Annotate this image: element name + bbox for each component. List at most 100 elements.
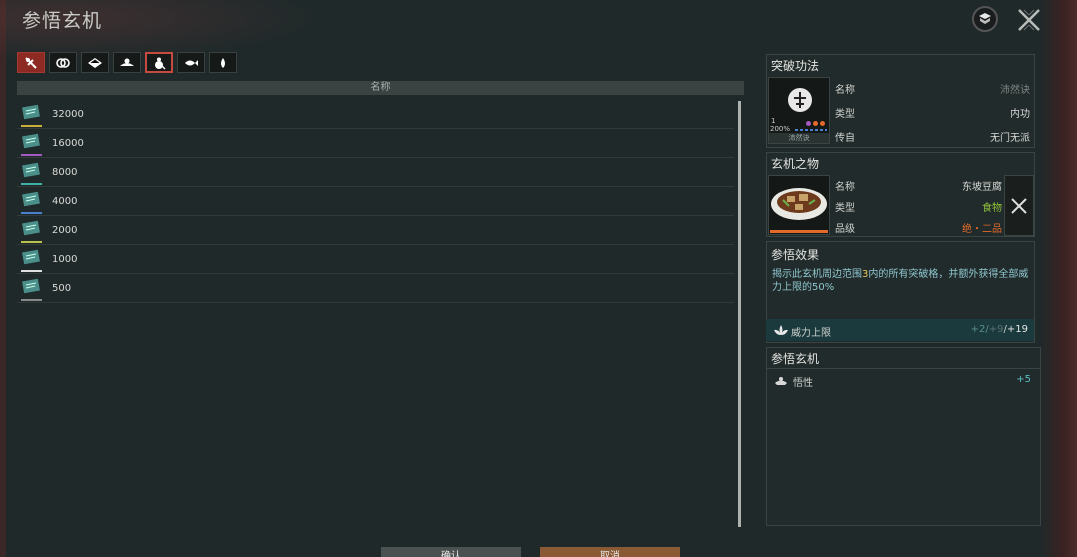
- help-book-icon: [979, 13, 991, 24]
- insight-title: 参悟玄机: [771, 352, 820, 366]
- quality-bar: [21, 154, 42, 156]
- right-border-decoration: [1041, 0, 1077, 557]
- power-value-b: +9: [988, 324, 1004, 335]
- insight-stat-row: 悟性 +5: [766, 368, 1040, 390]
- filter-tab-accessory[interactable]: [49, 52, 77, 73]
- list-item[interactable]: 500: [17, 274, 734, 303]
- filter-tab-book[interactable]: [81, 52, 109, 73]
- hand-lotus-icon: [120, 58, 134, 66]
- item-type-row: 类型 食物: [835, 199, 1002, 214]
- cancel-label: 取消: [600, 551, 620, 557]
- quality-bar: [21, 241, 42, 243]
- left-border: [0, 0, 6, 557]
- list-item[interactable]: 4000: [17, 187, 734, 216]
- jade-slip-icon: [20, 277, 42, 301]
- filter-tab-skill[interactable]: [113, 52, 141, 73]
- origin-label: 传自: [835, 133, 855, 144]
- close-icon: [1018, 9, 1040, 31]
- effect-description: 揭示此玄机周边范围3内的所有突破格，并额外获得全部威力上限的50%: [772, 268, 1030, 294]
- filter-tab-food[interactable]: [145, 52, 173, 73]
- jade-slip-icon: [20, 190, 42, 214]
- window-title: 参悟玄机: [22, 10, 103, 32]
- skill-thumbnail[interactable]: 1 200% 沛然诀: [768, 77, 830, 144]
- quality-bar: [21, 270, 42, 272]
- help-button[interactable]: [972, 6, 998, 32]
- item-grade-bar: [770, 230, 828, 233]
- jade-slip-icon: [20, 161, 42, 185]
- power-limit-values: +2/+9/+19: [970, 324, 1028, 335]
- scroll-book-icon: [88, 57, 102, 68]
- gourd-bag-icon: [155, 57, 166, 70]
- list-item[interactable]: 8000: [17, 158, 734, 187]
- list-item-value: 2000: [52, 224, 78, 236]
- jade-slip-icon: [20, 248, 42, 272]
- jade-slip-icon: [20, 219, 42, 243]
- jade-slip-icon: [20, 103, 42, 127]
- item-name-row: 名称 东坡豆腐: [835, 178, 1002, 193]
- quality-bar: [21, 183, 42, 185]
- skill-dots: [806, 121, 825, 126]
- quality-bar: [21, 212, 42, 214]
- close-button[interactable]: [1015, 6, 1043, 34]
- power-limit-label: 威力上限: [791, 328, 831, 339]
- list-item[interactable]: 32000: [17, 100, 734, 129]
- breakthrough-origin-row: 传自 无门无派: [835, 129, 1030, 144]
- list-item[interactable]: 2000: [17, 216, 734, 245]
- item-grade-value: 绝・二品: [962, 224, 1002, 235]
- item-list: 32000 16000 8000 4000 2000 1000 500: [17, 100, 734, 303]
- list-item-value: 4000: [52, 195, 78, 207]
- jade-slip-icon: [20, 132, 42, 156]
- insight-stat-label: 悟性: [793, 378, 813, 389]
- item-thumbnail[interactable]: [768, 175, 830, 235]
- item-name-label: 名称: [835, 182, 855, 193]
- skill-level: 1: [771, 117, 776, 125]
- name-label: 名称: [835, 85, 855, 96]
- item-type-label: 类型: [835, 203, 855, 214]
- filter-tab-medicine[interactable]: [209, 52, 237, 73]
- skill-emblem-icon: [788, 88, 812, 112]
- filter-tab-weapon[interactable]: [17, 52, 45, 73]
- breakthrough-type-row: 类型 内功: [835, 105, 1030, 120]
- list-header-name[interactable]: 名称: [17, 81, 744, 95]
- name-value: 沛然诀: [1000, 85, 1030, 96]
- list-item-value: 1000: [52, 253, 78, 265]
- list-item-value: 8000: [52, 166, 78, 178]
- insight-stat-value: +5: [1016, 374, 1031, 385]
- insight-hand-icon: [775, 377, 787, 385]
- item-grade-label: 品级: [835, 224, 855, 235]
- filter-tab-material[interactable]: [177, 52, 205, 73]
- breakthrough-name-row: 名称 沛然诀: [835, 81, 1030, 96]
- list-item[interactable]: 16000: [17, 129, 734, 158]
- effect-title: 参悟效果: [771, 248, 820, 262]
- effect-text-part: 揭示此玄机周边范围: [772, 269, 862, 280]
- breakthrough-title: 突破功法: [771, 59, 820, 73]
- quality-bar: [21, 125, 42, 127]
- lotus-icon: [774, 325, 788, 335]
- list-scrollbar[interactable]: [738, 101, 741, 527]
- fish-icon: [185, 59, 198, 66]
- sword-fist-icon: [25, 56, 37, 69]
- quality-bar: [21, 299, 42, 301]
- origin-value: 无门无派: [990, 133, 1030, 144]
- power-value-c: +19: [1006, 324, 1028, 335]
- skill-progress: [795, 129, 827, 131]
- confirm-label: 确认: [441, 551, 461, 557]
- rings-icon: [56, 57, 70, 68]
- cancel-button[interactable]: 取消: [540, 547, 680, 557]
- list-item-value: 16000: [52, 137, 84, 149]
- filter-tabs: [17, 52, 237, 73]
- skill-thumb-name: 沛然诀: [769, 133, 829, 143]
- remove-item-button[interactable]: [1004, 175, 1034, 236]
- power-limit-row: 威力上限 +2/+9/+19: [766, 319, 1034, 341]
- confirm-button[interactable]: 确认: [381, 547, 521, 557]
- list-item-value: 32000: [52, 108, 84, 120]
- item-name-value: 东坡豆腐: [962, 182, 1002, 193]
- item-type-value: 食物: [982, 203, 1002, 214]
- close-icon: [1011, 197, 1027, 214]
- list-item-value: 500: [52, 282, 72, 294]
- item-title: 玄机之物: [771, 157, 820, 171]
- list-item[interactable]: 1000: [17, 245, 734, 274]
- type-value: 内功: [1010, 109, 1030, 120]
- skill-percent: 200%: [770, 125, 791, 133]
- drop-icon: [221, 57, 225, 68]
